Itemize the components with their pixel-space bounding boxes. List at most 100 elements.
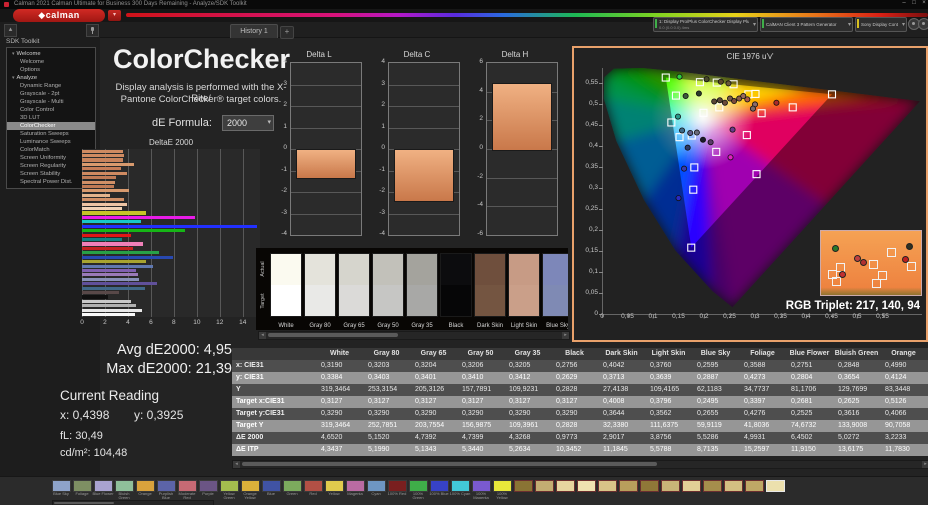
patch-button[interactable] <box>535 480 554 499</box>
tree-expand-icon[interactable]: ▾ <box>12 51 15 57</box>
tree-group-welcome[interactable]: ▾ Welcome <box>7 50 95 58</box>
patch-button-moderate-red[interactable]: Moderate Red <box>178 480 197 499</box>
patch-button[interactable] <box>766 480 785 499</box>
patch-button-purplish-blue[interactable]: Purplish Blue <box>157 480 176 499</box>
close-button[interactable]: × <box>920 0 928 6</box>
delta-plot <box>388 62 460 236</box>
display-control-dropdown[interactable]: Sony Display Control ▾ <box>855 17 907 32</box>
measurement-table: White Gray 80 Gray 65 Gray 50 Gray 35 Black Da… <box>232 348 928 458</box>
pin-icon[interactable] <box>86 24 99 37</box>
sidebar-item-welcome[interactable]: Welcome <box>7 58 95 66</box>
reading-cdm2: cd/m²: 104,48 <box>60 447 128 459</box>
patch-button-bluish-green[interactable]: Bluish Green <box>115 480 134 499</box>
tab-history-1[interactable]: History 1 <box>230 24 278 38</box>
patch-button-green[interactable]: Green <box>283 480 302 499</box>
scroll-left-icon[interactable]: ◂ <box>233 461 240 468</box>
measurement-marker <box>727 154 734 161</box>
patch-button-blue-flower[interactable]: Blue Flower <box>92 480 114 499</box>
tick <box>806 314 807 318</box>
table-cell: 0,2756 <box>556 362 578 369</box>
row-label: ΔE ITP <box>236 446 259 453</box>
patch-button[interactable] <box>640 480 659 499</box>
de-formula-select[interactable]: 2000 ▾ <box>222 115 274 131</box>
new-tab-button[interactable]: + <box>280 26 294 39</box>
tree-expand-icon[interactable]: ▾ <box>12 75 15 81</box>
calman-menu-arrow-icon[interactable]: ▾ <box>108 10 121 21</box>
patch-button-blue[interactable]: Blue <box>262 480 281 499</box>
patch-button-100-blue[interactable]: 100% Blue <box>429 480 449 499</box>
de-bar <box>82 313 135 317</box>
scroll-right-icon[interactable]: ▸ <box>562 332 569 339</box>
patch-button[interactable] <box>619 480 638 499</box>
meter-dropdown[interactable]: 1: Display Pro/Plus ColorChecker Display… <box>653 17 758 32</box>
de-bar <box>82 189 130 193</box>
table-scrollbar[interactable]: ◂ ▸ <box>232 460 928 469</box>
patch-button-cyan[interactable]: Cyan <box>367 480 386 499</box>
sidebar-item-saturation-sweeps[interactable]: Saturation Sweeps <box>7 130 95 138</box>
swatch-actual <box>407 254 437 285</box>
patch-color <box>157 480 176 492</box>
patch-label <box>554 492 576 499</box>
table-cell: 3,2233 <box>885 434 907 441</box>
table-cell: 0,3290 <box>509 410 531 417</box>
scrollbar-thumb[interactable] <box>268 333 398 337</box>
scroll-right-icon[interactable]: ▸ <box>922 461 928 468</box>
patch-button-100-magenta[interactable]: 100% Magenta <box>472 480 491 499</box>
patch-button-red[interactable]: Red <box>304 480 323 499</box>
patch-button-magenta[interactable]: Magenta <box>346 480 365 499</box>
help-icon[interactable] <box>918 18 928 30</box>
patch-color <box>325 480 344 492</box>
minimize-button[interactable]: – <box>900 0 908 6</box>
patch-button[interactable] <box>724 480 743 499</box>
maximize-button[interactable]: □ <box>910 0 918 6</box>
patch-button-100-yellow[interactable]: 100% Yellow <box>493 480 512 499</box>
de-bar <box>82 202 127 206</box>
patch-button-orange[interactable]: Orange <box>136 480 155 499</box>
de-bar <box>82 154 125 158</box>
patch-button-foliage[interactable]: Foliage <box>73 480 92 499</box>
tree-group-analyze[interactable]: ▾ Analyze <box>7 74 95 82</box>
calman-menu-button[interactable]: ◆calman <box>13 9 105 22</box>
patch-button-100-red[interactable]: 100% Red <box>388 480 407 499</box>
x-tick-label: 8 <box>172 319 176 326</box>
patch-button[interactable] <box>682 480 701 499</box>
patch-button[interactable] <box>703 480 722 499</box>
patch-button[interactable] <box>556 480 575 499</box>
sidebar-item-options[interactable]: Options <box>7 66 95 74</box>
patch-button-yellow-green[interactable]: Yellow Green <box>220 480 239 499</box>
patch-label: Orange <box>138 492 152 496</box>
sidebar-item-grayscale-multi[interactable]: Grayscale - Multi <box>7 98 95 106</box>
patch-button-purple[interactable]: Purple <box>199 480 218 499</box>
sidebar-item-grayscale-2pt[interactable]: Grayscale - 2pt <box>7 90 95 98</box>
patch-button[interactable] <box>514 480 533 499</box>
sidebar-item-color-control[interactable]: Color Control <box>7 106 95 114</box>
patch-button-blue-sky[interactable]: Blue Sky <box>52 480 71 499</box>
chevron-down-icon: ▾ <box>267 119 271 126</box>
patch-label: Foliage <box>75 492 89 496</box>
patch-button-100-cyan[interactable]: 100% Cyan <box>450 480 470 499</box>
swatch-scrollbar[interactable]: ◂ ▸ <box>258 331 570 340</box>
patch-label: Yellow <box>328 492 340 496</box>
patch-button-yellow[interactable]: Yellow <box>325 480 344 499</box>
collapse-up-icon[interactable]: ▴ <box>4 24 17 37</box>
scrollbar-thumb[interactable] <box>54 502 114 504</box>
patch-label: 100% Green <box>412 492 424 499</box>
patch-scrollbar[interactable] <box>52 500 214 505</box>
scroll-left-icon[interactable]: ◂ <box>259 332 266 339</box>
scrollbar-thumb[interactable] <box>242 462 657 466</box>
patch-button-orange-yellow[interactable]: Orange Yellow <box>241 480 260 499</box>
sidebar-item-3d-lut[interactable]: 3D LUT <box>7 114 95 122</box>
patch-button-100-green[interactable]: 100% Green <box>409 480 428 499</box>
patch-button[interactable] <box>745 480 764 499</box>
tick <box>599 125 603 126</box>
patch-button[interactable] <box>661 480 680 499</box>
patch-color <box>409 480 428 492</box>
pattern-generator-dropdown[interactable]: CalMAN Client 3 Pattern Generator ▾ <box>760 17 853 32</box>
current-reading-title: Current Reading <box>60 388 160 403</box>
patch-button[interactable] <box>577 480 596 499</box>
sidebar-item-dynamic-range[interactable]: Dynamic Range <box>7 82 95 90</box>
de-bar <box>82 229 186 233</box>
patch-label: Purplish Blue <box>158 492 174 499</box>
patch-button[interactable] <box>598 480 617 499</box>
sidebar-item-colorchecker[interactable]: ColorChecker <box>7 122 95 130</box>
